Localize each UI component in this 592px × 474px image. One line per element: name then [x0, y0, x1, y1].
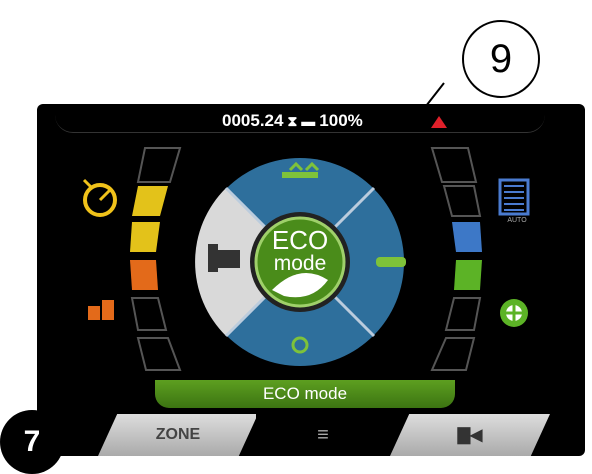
right-gauge-segment-6: [430, 337, 476, 371]
auto-label: AUTO: [507, 217, 527, 224]
right-gauge-segment-4: [454, 260, 482, 290]
left-gauge-segment-5: [130, 297, 168, 331]
mode-status-bar: ECO mode: [155, 380, 455, 408]
right-gauge-segment-5: [444, 297, 482, 331]
tab-camera[interactable]: ▇◀: [390, 414, 550, 456]
left-gauge-segment-1: [136, 147, 182, 183]
left-gauge-segment-3: [130, 222, 160, 252]
callout-7: 7: [0, 410, 64, 474]
right-gauge: [430, 147, 482, 371]
tab-zone[interactable]: ZONE: [98, 414, 258, 456]
left-gauge: [130, 147, 182, 371]
mode-status-label: ECO mode: [262, 384, 348, 403]
eco-mode-emblem[interactable]: ECO mode: [265, 225, 335, 276]
tab-menu[interactable]: ≡: [256, 414, 390, 456]
eco-mode-line1: ECO: [271, 225, 329, 255]
tab-zone-label: ZONE: [155, 426, 201, 443]
eco-mode-line2: mode: [273, 252, 327, 275]
bottom-tab-bar: ZONE ≡ ▇◀: [70, 414, 570, 456]
left-gauge-segment-2: [132, 186, 168, 216]
camera-icon: ▇◀: [457, 427, 483, 444]
weight-icon: [88, 300, 114, 320]
left-gauge-segment-6: [136, 337, 182, 371]
right-gauge-segment-3: [452, 222, 482, 252]
implement-bar-icon[interactable]: [376, 257, 406, 267]
speedometer-icon: [82, 178, 117, 217]
right-gauge-segment-2: [442, 185, 482, 217]
left-gauge-segment-4: [130, 260, 158, 290]
radiator-auto-icon: [498, 178, 530, 216]
menu-icon: ≡: [317, 423, 329, 446]
callout-7-label: 7: [23, 425, 41, 458]
right-gauge-segment-1: [430, 147, 478, 183]
cooling-fan-icon: [500, 299, 528, 327]
